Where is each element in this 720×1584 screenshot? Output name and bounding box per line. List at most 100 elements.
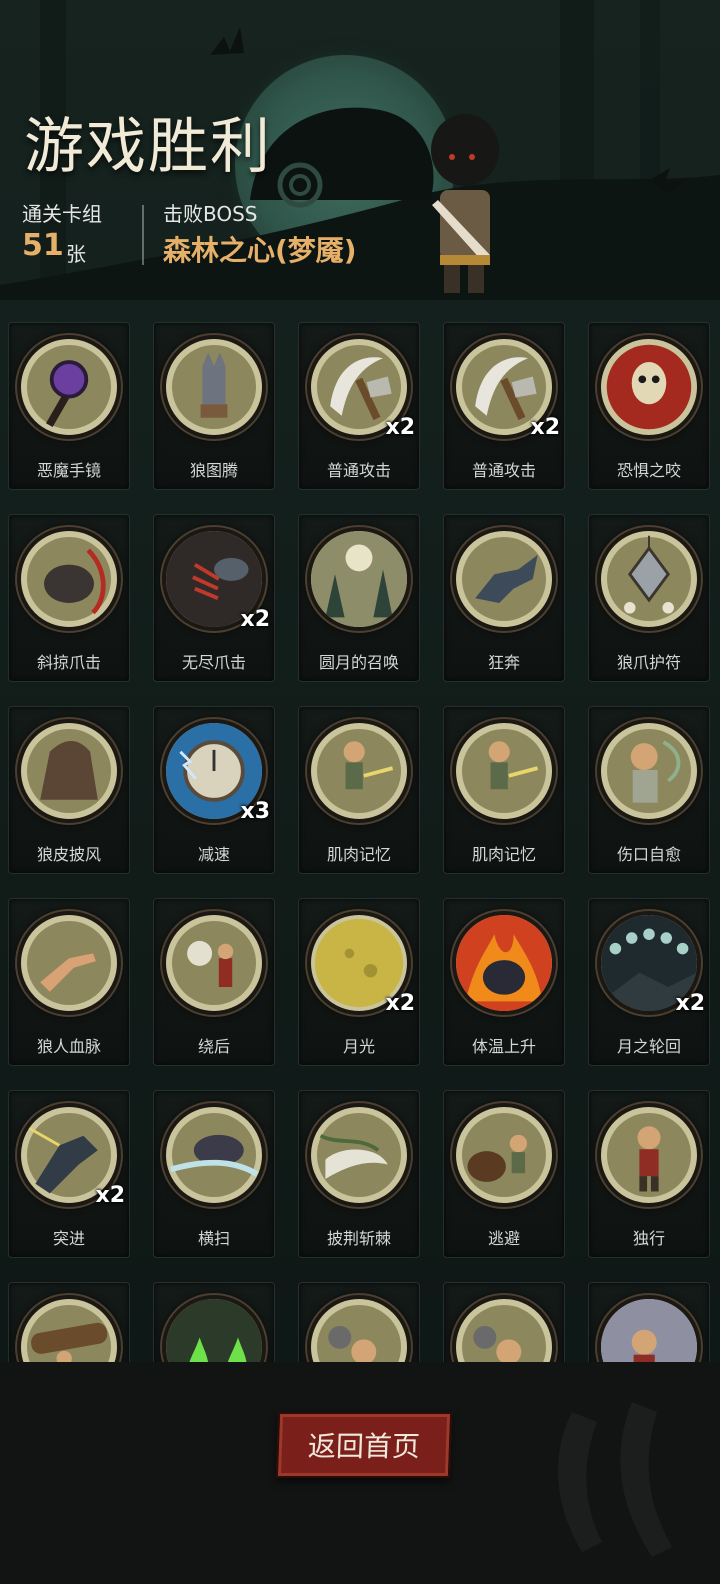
card-name: 突进 — [52, 1229, 85, 1248]
card-item[interactable]: 无尽爪击 x2 — [153, 514, 275, 682]
card-name: 肌肉记忆 — [471, 845, 536, 864]
card-art-graphic — [624, 535, 674, 614]
card-art-graphic — [473, 1325, 522, 1362]
purple-mirror-icon — [17, 335, 121, 439]
card-item[interactable]: 普通攻击 x2 — [298, 322, 420, 490]
boy-shield-icon — [597, 1295, 701, 1362]
boy-arrows-icon — [307, 719, 411, 823]
card-name: 狂奔 — [487, 653, 520, 672]
lone-boy-icon — [597, 1103, 701, 1207]
fire-wolf-icon — [452, 911, 556, 1015]
card-item[interactable]: 伤口自愈 — [588, 706, 710, 874]
card-name: 独行 — [632, 1229, 665, 1248]
card-name: 横扫 — [197, 1229, 230, 1248]
card-art-graphic — [319, 1134, 388, 1179]
log-carry-icon — [17, 1295, 121, 1362]
card-item[interactable]: 肌肉记忆 — [298, 706, 420, 874]
card-art-graphic — [40, 953, 96, 992]
card-item[interactable] — [153, 1282, 275, 1362]
full-moon-forest-icon — [307, 527, 411, 631]
green-fire-icon — [162, 1295, 266, 1362]
card-item[interactable] — [443, 1282, 565, 1362]
deck-unit: 张 — [66, 242, 86, 266]
card-name: 狼图腾 — [189, 461, 238, 480]
victory-header: 游戏胜利 通关卡组 51 张 击败BOSS 森林之心(梦魇) — [0, 0, 720, 300]
card-item[interactable]: 斜掠爪击 — [8, 514, 130, 682]
wolf-sweep-icon — [162, 1103, 266, 1207]
card-name: 狼人血脉 — [36, 1037, 101, 1056]
card-name: 恐惧之咬 — [616, 461, 681, 480]
boy-arrows-icon — [452, 719, 556, 823]
bear-chase-icon — [452, 1103, 556, 1207]
card-count-badge: x3 — [240, 799, 271, 824]
card-art-graphic — [343, 741, 394, 790]
card-name: 狼皮披风 — [36, 845, 101, 864]
card-item[interactable]: 圆月的召唤 — [298, 514, 420, 682]
card-item[interactable]: 绕后 — [153, 898, 275, 1066]
card-item[interactable]: 恐惧之咬 — [588, 322, 710, 490]
card-name: 普通攻击 — [326, 461, 391, 480]
card-item[interactable]: 普通攻击 x2 — [443, 322, 565, 490]
card-art-graphic — [637, 1126, 661, 1192]
wolf-totem-icon — [162, 335, 266, 439]
card-item[interactable]: 月之轮回 x2 — [588, 898, 710, 1066]
back-home-button[interactable]: 返回首页 — [275, 1412, 453, 1478]
card-art-graphic — [328, 1325, 377, 1362]
card-count-badge: x2 — [240, 607, 271, 632]
card-item[interactable]: 体温上升 — [443, 898, 565, 1066]
demon-skull-icon — [597, 335, 701, 439]
card-name: 绕后 — [197, 1037, 230, 1056]
card-count-badge: x2 — [385, 991, 416, 1016]
healing-boy-icon — [597, 719, 701, 823]
card-name: 体温上升 — [471, 1037, 536, 1056]
boy-rock-icon — [307, 1295, 411, 1362]
card-list[interactable]: 恶魔手镜 狼图腾 普通攻击 x2 普通攻击 x2 恐惧之咬 斜掠爪击 无尽爪击 x2 圆月的召唤 狂奔… — [0, 318, 720, 1362]
card-art-graphic — [456, 915, 552, 1011]
card-art-graphic — [630, 740, 681, 803]
card-item[interactable]: 逃避 — [443, 1090, 565, 1258]
card-count-badge: x2 — [385, 415, 416, 440]
card-name: 逃避 — [487, 1229, 520, 1248]
card-art-graphic — [187, 940, 234, 987]
thorn-axe-icon — [307, 1103, 411, 1207]
card-item[interactable]: 恶魔手镜 — [8, 322, 130, 490]
card-item[interactable] — [298, 1282, 420, 1362]
card-count-badge: x2 — [95, 1183, 126, 1208]
running-wolf-icon — [452, 527, 556, 631]
card-item[interactable]: 狼图腾 — [153, 322, 275, 490]
card-item[interactable]: 狂奔 — [443, 514, 565, 682]
card-art-graphic — [467, 1134, 528, 1182]
boss-label: 击败BOSS — [163, 202, 258, 226]
card-item[interactable]: 横扫 — [153, 1090, 275, 1258]
card-item[interactable] — [588, 1282, 710, 1362]
werewolf-hand-icon — [17, 911, 121, 1015]
card-art-graphic — [40, 741, 98, 800]
skeleton-ambush-icon — [162, 911, 266, 1015]
werewolf-claw-icon — [17, 527, 121, 631]
card-art-graphic — [601, 1299, 697, 1362]
card-item[interactable]: 月光 x2 — [298, 898, 420, 1066]
card-name: 月之轮回 — [616, 1037, 681, 1056]
card-item[interactable]: 突进 x2 — [8, 1090, 130, 1258]
quote-mark-icon — [558, 1402, 672, 1557]
claw-amulet-icon — [597, 527, 701, 631]
card-name: 狼爪护符 — [616, 653, 681, 672]
card-item[interactable]: 披荆斩棘 — [298, 1090, 420, 1258]
card-name: 肌肉记忆 — [326, 845, 391, 864]
card-item[interactable]: 狼爪护符 — [588, 514, 710, 682]
card-item[interactable]: 独行 — [588, 1090, 710, 1258]
card-item[interactable]: 狼皮披风 — [8, 706, 130, 874]
card-name: 披荆斩棘 — [326, 1229, 391, 1248]
card-art-graphic — [31, 1322, 108, 1362]
boy-rock-icon — [452, 1295, 556, 1362]
card-name: 普通攻击 — [471, 461, 536, 480]
card-art-graphic — [488, 741, 539, 790]
boss-name: 森林之心(梦魇) — [163, 234, 357, 267]
card-item[interactable]: 减速 x3 — [153, 706, 275, 874]
card-item[interactable]: 肌肉记忆 — [443, 706, 565, 874]
card-item[interactable]: 狼人血脉 — [8, 898, 130, 1066]
card-name: 恶魔手镜 — [36, 461, 101, 480]
card-item[interactable] — [8, 1282, 130, 1362]
card-name: 无尽爪击 — [181, 653, 246, 672]
card-art-graphic — [45, 360, 89, 428]
